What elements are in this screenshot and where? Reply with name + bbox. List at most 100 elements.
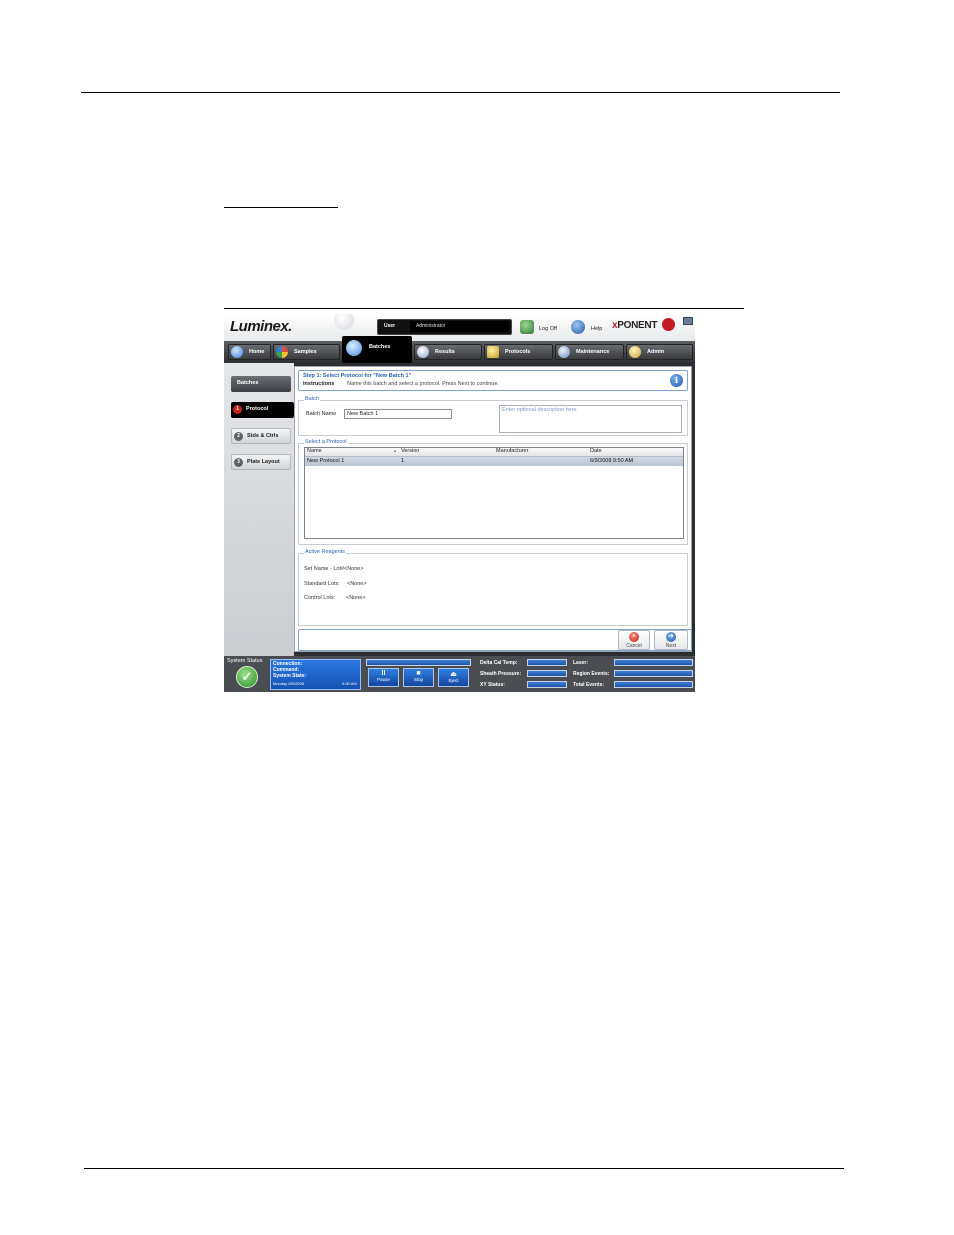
top-rule (81, 92, 840, 93)
instructions-label: Instructions (303, 381, 335, 387)
info-icon[interactable]: i (670, 374, 683, 387)
tab-home[interactable]: Home (228, 344, 271, 360)
batches-icon (346, 340, 362, 356)
connection-panel: Connection: Command: System State: Monda… (270, 659, 361, 690)
step-number-badge: 1 (233, 405, 242, 414)
batch-name-label: Batch Name (306, 411, 337, 417)
cancel-label: Cancel (626, 643, 642, 649)
standard-lots-value: <None> (347, 581, 367, 587)
stop-icon: ■ (416, 670, 421, 677)
delta-cal-temp-value (527, 659, 567, 666)
reagents-group (298, 553, 688, 626)
delta-cal-temp-label: Delta Cal Temp: (480, 660, 518, 666)
tab-maintenance[interactable]: Maintenance (555, 344, 624, 360)
pause-button[interactable]: II Pause (368, 668, 399, 687)
next-label: Next (665, 643, 677, 649)
column-header-manufacturer[interactable]: Manufacturer (496, 448, 528, 454)
user-box: User Administrator (377, 319, 512, 335)
total-events-label: Total Events: (573, 682, 605, 688)
reagents-group-label: Active Reagents (304, 549, 347, 555)
section-underline (224, 207, 338, 208)
protocol-group-label: Select a Protocol (304, 439, 348, 445)
control-lots-value: <None> (346, 595, 366, 601)
set-name-value: <None> (344, 566, 364, 572)
main-content: Step 1: Select Protocol for "New Batch 1… (294, 363, 695, 656)
results-icon (417, 346, 429, 358)
sheath-pressure-value (527, 670, 567, 677)
xy-status-label: XY Status: (480, 682, 505, 688)
tab-results[interactable]: Results (414, 344, 482, 360)
table-row[interactable]: New Protocol 1 1 6/9/2008 9:50 AM (305, 457, 683, 466)
total-events-value (614, 681, 693, 688)
step-number-badge: 2 (234, 432, 243, 441)
tab-samples[interactable]: Samples (273, 344, 340, 360)
home-icon (231, 346, 243, 358)
xponent-window: Luminex. User Administrator Log Off Help… (224, 314, 695, 692)
luminex-logo: Luminex. (230, 318, 292, 335)
system-status-bar: System Status ✓ Connection: Command: Sys… (224, 656, 695, 692)
title-bar: Luminex. User Administrator Log Off Help… (224, 314, 695, 341)
logo-bubble-icon (334, 314, 354, 330)
arrow-right-icon: ➜ (666, 632, 676, 642)
tab-batches[interactable]: Batches (342, 336, 412, 363)
main-nav: Home Samples Batches Results Protocols M… (224, 336, 695, 363)
eject-icon: ⏏ (450, 671, 457, 678)
eject-button[interactable]: ⏏ Eject (438, 668, 469, 687)
help-button[interactable]: Help (591, 326, 602, 332)
cancel-button[interactable]: × Cancel (618, 630, 650, 650)
step-number-badge: 3 (234, 458, 243, 467)
region-events-value (614, 670, 693, 677)
column-header-date[interactable]: Date (590, 448, 602, 454)
step-header: Step 1: Select Protocol for "New Batch 1… (298, 370, 688, 391)
standard-lots-label: Standard Lots: (304, 581, 340, 587)
system-status-label: System Status (227, 658, 263, 664)
admin-icon (629, 346, 641, 358)
help-icon[interactable] (571, 320, 585, 334)
sheath-pressure-label: Sheath Pressure: (480, 671, 522, 677)
protocol-table-header: Name ▴ Version Manufacturer Date (305, 448, 683, 457)
figure-top-rule (224, 308, 744, 309)
sidebar-step-stds-ctrls[interactable]: 2 Stds & Ctrls (231, 428, 291, 444)
xponent-logo: xPONENT (612, 320, 658, 331)
tab-admin[interactable]: Admin (626, 344, 693, 360)
samples-icon (276, 346, 288, 358)
sidebar-step-protocol[interactable]: 1 Protocol (231, 402, 294, 418)
column-header-version[interactable]: Version (401, 448, 419, 454)
next-button[interactable]: ➜ Next (654, 630, 688, 650)
instructions-text: Name this batch and select a protocol. P… (347, 381, 499, 387)
laser-label: Laser: (573, 660, 589, 666)
status-time: 9:50 AM (342, 681, 357, 686)
record-indicator-icon (662, 318, 675, 331)
progress-bar (366, 659, 471, 666)
column-header-name[interactable]: Name (307, 448, 322, 454)
logoff-button[interactable]: Log Off (539, 326, 557, 332)
cancel-icon: × (629, 632, 639, 642)
sidebar-step-plate-layout[interactable]: 3 Plate Layout (231, 454, 291, 470)
user-label: User (384, 323, 396, 329)
bottom-rule (84, 1168, 844, 1169)
status-date: Monday 6/9/2008 (273, 681, 304, 686)
laser-value (614, 659, 693, 666)
set-name-label: Set Name - Lot# (304, 566, 345, 572)
user-value: Administrator (410, 321, 509, 332)
batch-group-label: Batch (304, 396, 321, 402)
xy-status-value (527, 681, 567, 688)
tab-protocols[interactable]: Protocols (484, 344, 553, 360)
status-ok-icon: ✓ (236, 666, 258, 688)
control-lots-label: Control Lots: (304, 595, 336, 601)
batch-name-input[interactable]: New Batch 1 (344, 409, 452, 419)
sort-arrow-icon: ▴ (394, 448, 397, 453)
logoff-icon[interactable] (520, 320, 534, 334)
batch-description-input[interactable]: Enter optional description here (499, 405, 682, 433)
window-menu-button[interactable] (683, 317, 693, 325)
stop-button[interactable]: ■ Stop (403, 668, 434, 687)
step-title: Step 1: Select Protocol for "New Batch 1… (303, 373, 412, 379)
protocol-step-panel: Step 1: Select Protocol for "New Batch 1… (294, 366, 692, 652)
region-events-label: Region Events: (573, 671, 610, 677)
protocol-table: Name ▴ Version Manufacturer Date New Pro… (304, 447, 684, 539)
sidebar-batches-button[interactable]: Batches (231, 376, 291, 392)
protocols-icon (487, 346, 499, 358)
pause-icon: II (381, 670, 386, 677)
maintenance-icon (558, 346, 570, 358)
batch-steps-sidebar: Batches 1 Protocol 2 Stds & Ctrls 3 Plat… (224, 363, 294, 656)
